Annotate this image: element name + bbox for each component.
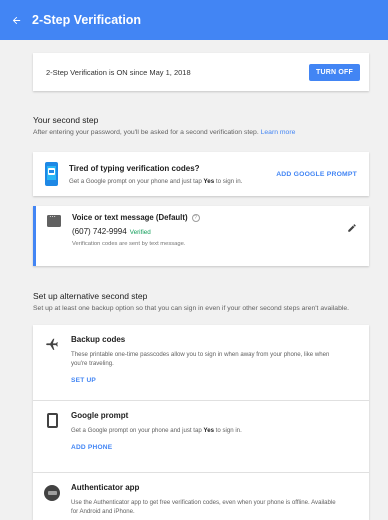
airplane-icon: [33, 335, 71, 400]
second-step-desc: After entering your password, you'll be …: [33, 129, 295, 136]
help-icon[interactable]: ?: [191, 213, 200, 222]
page-title: 2-Step Verification: [32, 13, 142, 27]
authenticator-row: Authenticator app Use the Authenticator …: [33, 473, 369, 516]
voice-text-card: Voice or text message (Default) ? (607) …: [33, 206, 369, 266]
app-bar: 2-Step Verification: [0, 0, 388, 40]
option-title: Google prompt: [71, 411, 129, 420]
option-desc: Get a Google prompt on your phone and ju…: [71, 427, 242, 434]
voice-title: Voice or text message (Default) ?: [72, 213, 335, 222]
alt-step-title: Set up alternative second step: [33, 291, 148, 301]
turn-off-button[interactable]: TURN OFF: [309, 63, 360, 81]
status-text: 2-Step Verification is ON since May 1, 2…: [46, 67, 191, 77]
add-phone-button[interactable]: ADD PHONE: [71, 444, 112, 451]
voice-body: Voice or text message (Default) ? (607) …: [72, 213, 335, 247]
learn-more-link[interactable]: Learn more: [261, 129, 296, 136]
prompt-title: Tired of typing verification codes?: [69, 163, 200, 173]
back-arrow-icon[interactable]: [0, 0, 32, 40]
backup-codes-row: Backup codes These printable one-time pa…: [33, 325, 369, 400]
prompt-desc: Get a Google prompt on your phone and ju…: [69, 177, 243, 185]
option-title: Authenticator app: [71, 483, 140, 492]
alt-step-desc: Set up at least one backup option so tha…: [33, 305, 350, 312]
set-up-button[interactable]: SET UP: [71, 377, 96, 384]
status-card: 2-Step Verification is ON since May 1, 2…: [33, 53, 369, 91]
google-prompt-row: Google prompt Get a Google prompt on you…: [33, 401, 369, 472]
add-google-prompt-button[interactable]: ADD GOOGLE PROMPT: [276, 171, 369, 178]
google-prompt-content: Google prompt Get a Google prompt on you…: [71, 411, 341, 472]
alt-options-card: Backup codes These printable one-time pa…: [33, 325, 369, 520]
second-step-title: Your second step: [33, 115, 99, 125]
message-icon: [36, 212, 72, 227]
prompt-body: Tired of typing verification codes? Get …: [69, 164, 276, 185]
phone-outline-icon: [33, 411, 71, 472]
verified-badge: Verified: [129, 229, 151, 236]
authenticator-icon: [33, 483, 71, 516]
option-desc: These printable one-time passcodes allow…: [71, 351, 330, 367]
option-title: Backup codes: [71, 335, 126, 344]
authenticator-content: Authenticator app Use the Authenticator …: [71, 483, 341, 516]
phone-number: (607) 742-9994 Verified: [72, 227, 151, 236]
google-prompt-promo-card: Tired of typing verification codes? Get …: [33, 152, 369, 196]
edit-pencil-icon[interactable]: [335, 223, 369, 233]
second-step-desc-text: After entering your password, you'll be …: [33, 129, 259, 136]
option-desc: Use the Authenticator app to get free ve…: [71, 499, 336, 515]
voice-desc: Verification codes are sent by text mess…: [72, 241, 186, 247]
backup-codes-content: Backup codes These printable one-time pa…: [71, 335, 341, 400]
phone-icon: [33, 162, 69, 186]
